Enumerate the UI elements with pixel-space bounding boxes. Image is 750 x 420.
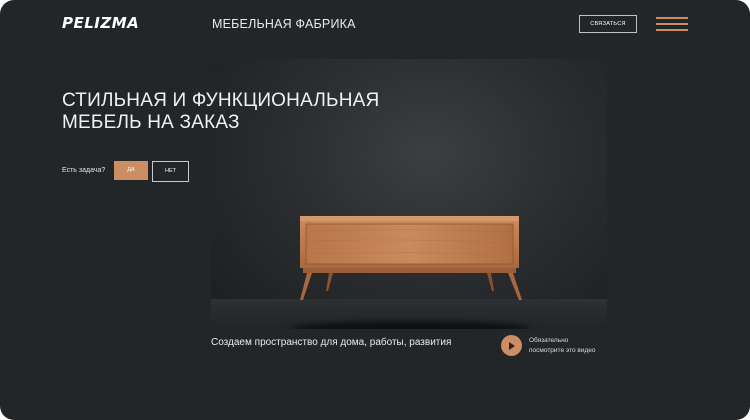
- task-question: Есть задача?: [62, 167, 106, 174]
- hamburger-menu-icon[interactable]: [656, 17, 688, 31]
- contact-button[interactable]: СВЯЗАТЬСЯ: [579, 15, 637, 33]
- hero-headline: СТИЛЬНАЯ И ФУНКЦИОНАЛЬНАЯ МЕБЕЛЬ НА ЗАКА…: [62, 90, 422, 134]
- hero-caption: Создаем пространство для дома, работы, р…: [211, 337, 452, 348]
- brand-subtitle: МЕБЕЛЬНАЯ ФАБРИКА: [212, 17, 356, 31]
- video-note: Обязательно посмотрите это видео: [529, 336, 595, 356]
- video-note-line-1: Обязательно: [529, 337, 569, 344]
- yes-button[interactable]: ДА: [114, 161, 148, 180]
- play-icon: [509, 341, 515, 350]
- landing-page: PELIZMA МЕБЕЛЬНАЯ ФАБРИКА СВЯЗАТЬСЯ СТИЛ…: [0, 0, 750, 420]
- no-button[interactable]: НЕТ: [152, 161, 189, 182]
- headline-line-2: МЕБЕЛЬ НА ЗАКАЗ: [62, 112, 240, 133]
- play-video-button[interactable]: [501, 335, 522, 356]
- video-note-line-2: посмотрите это видео: [529, 347, 596, 354]
- headline-line-1: СТИЛЬНАЯ И ФУНКЦИОНАЛЬНАЯ: [62, 90, 380, 111]
- brand-logo[interactable]: PELIZMA: [62, 14, 139, 32]
